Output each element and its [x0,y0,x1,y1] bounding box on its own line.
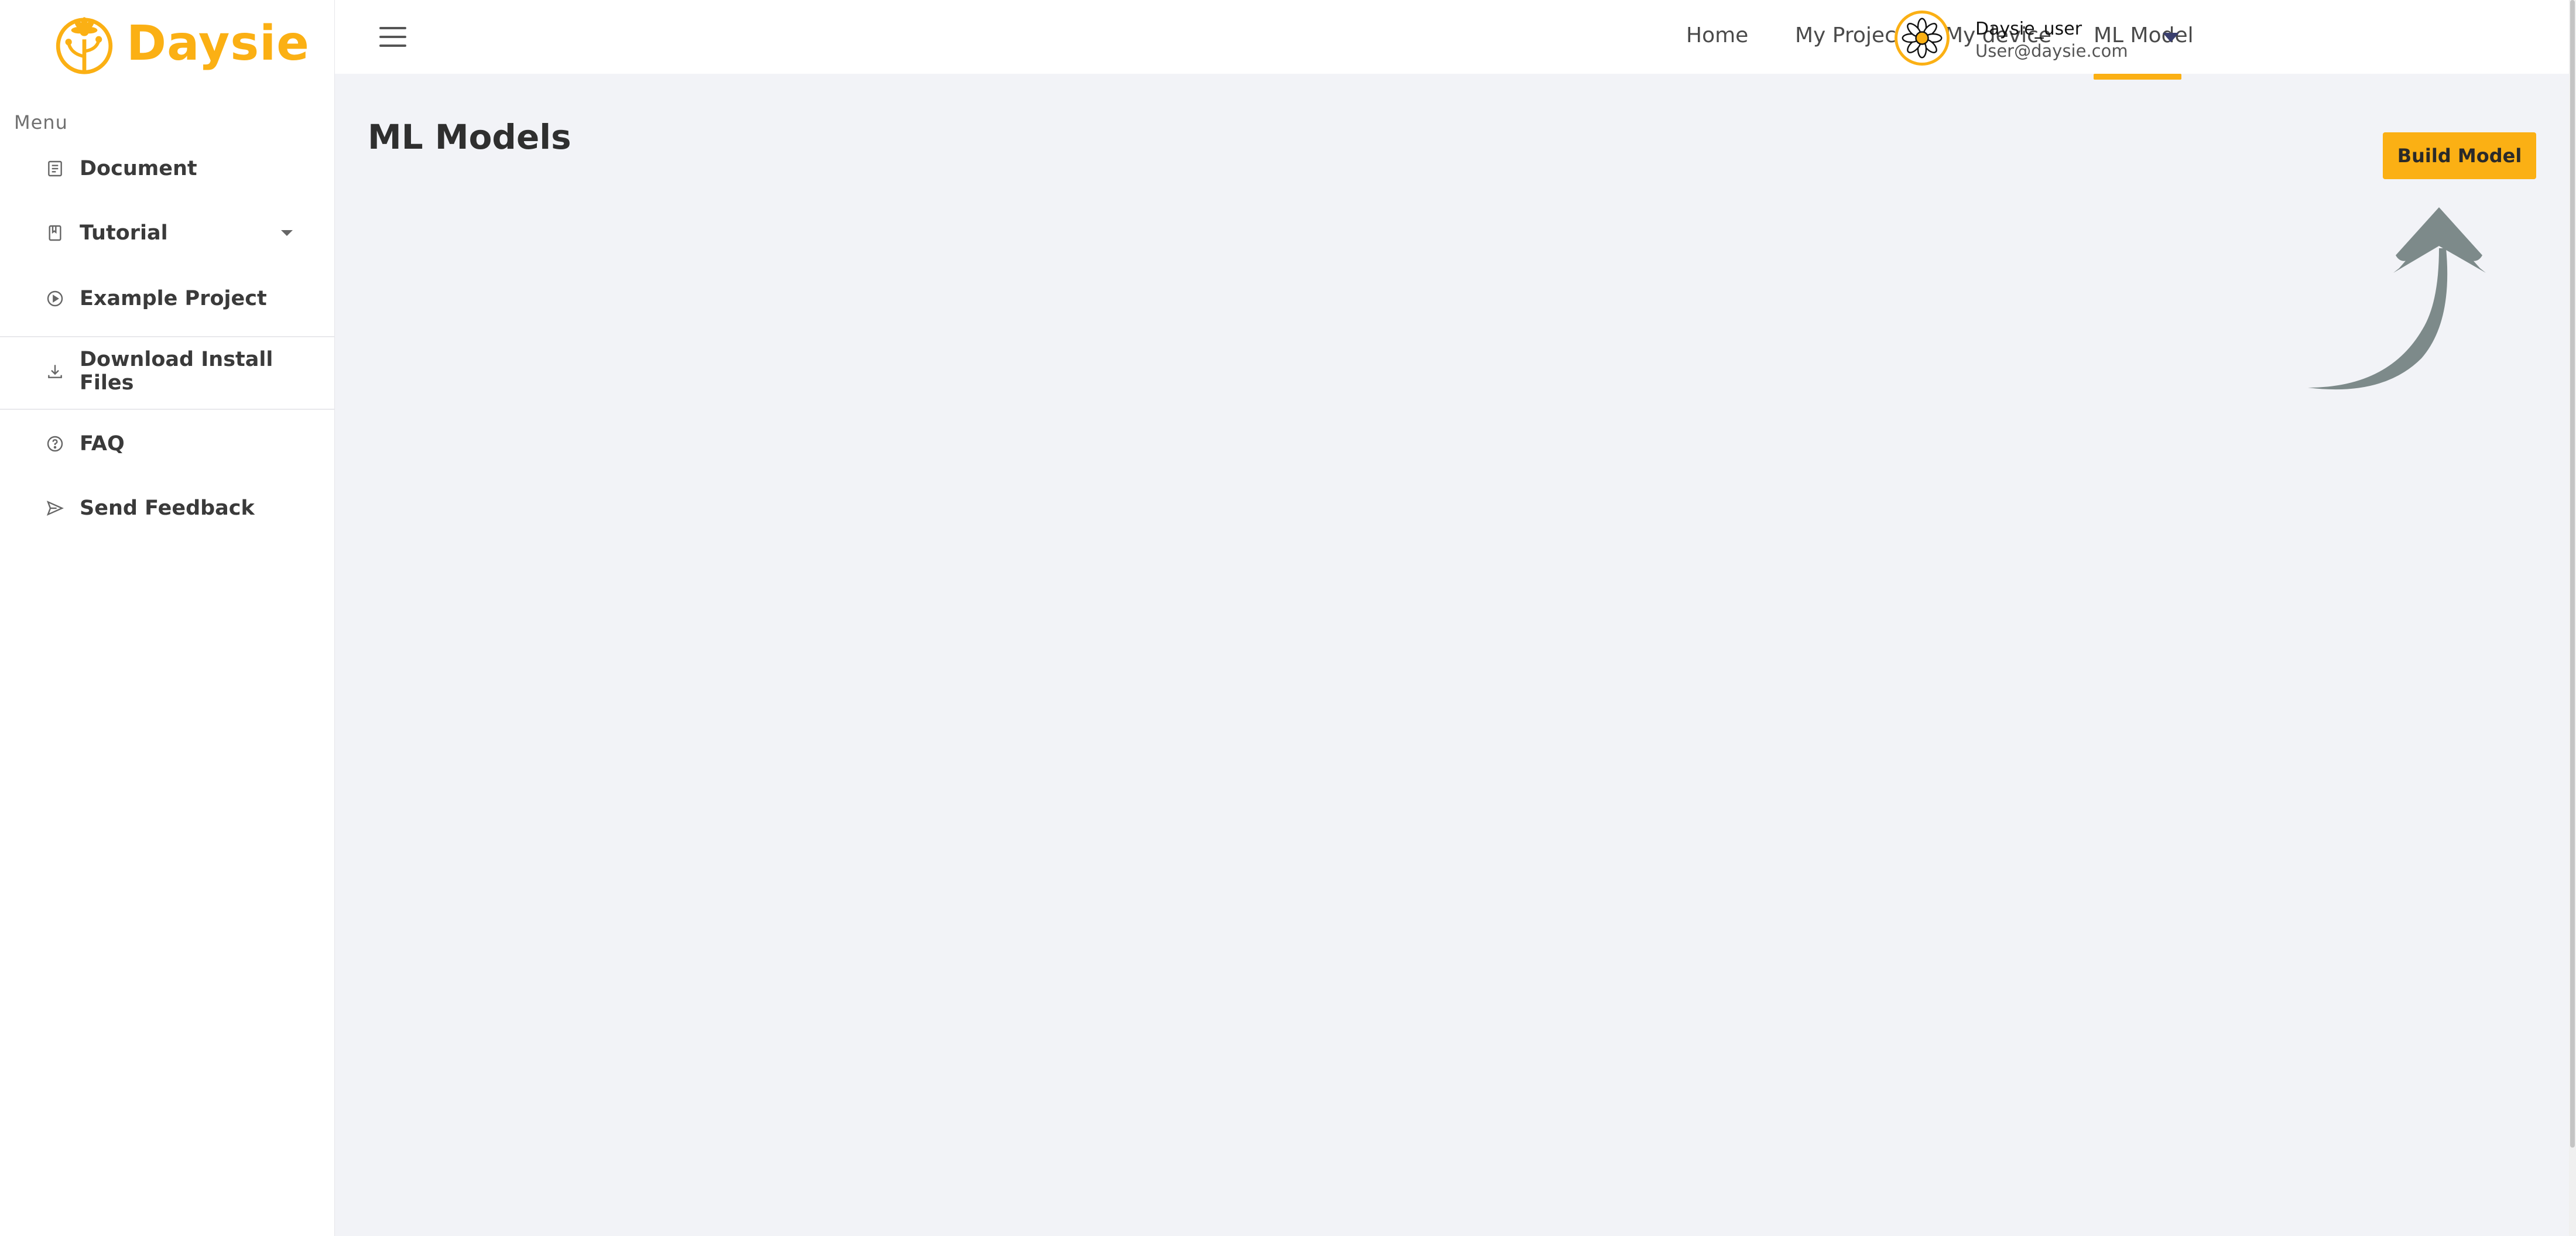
sidebar-item-document[interactable]: Document [0,139,334,198]
download-icon [44,361,66,382]
sidebar: Daysie Menu Document Tutorial Example Pr… [0,0,335,1236]
sidebar-divider [0,336,334,337]
send-icon [44,498,66,519]
brand-logo[interactable]: Daysie [52,11,310,76]
sidebar-item-label: FAQ [80,432,125,456]
sidebar-item-example-project[interactable]: Example Project [0,269,334,328]
sidebar-item-faq[interactable]: FAQ [0,415,334,473]
daisy-flower-icon [1902,18,1943,59]
menu-heading: Menu [14,111,68,133]
sidebar-item-label: Tutorial [80,221,168,245]
avatar[interactable] [1895,11,1950,66]
scrollbar-thumb[interactable] [2570,0,2575,1148]
sidebar-item-send-feedback[interactable]: Send Feedback [0,479,334,537]
sidebar-item-label: Document [80,157,197,180]
sidebar-item-tutorial[interactable]: Tutorial [0,204,334,262]
sidebar-item-label: Download Install Files [80,348,273,395]
chevron-down-icon[interactable] [281,230,293,236]
brand-name: Daysie [126,15,310,71]
curved-arrow-hint-icon [2308,207,2486,390]
daysie-logo-icon [56,17,113,74]
sidebar-item-download-install-files[interactable]: Download Install Files [0,342,334,400]
sidebar-item-label: Example Project [80,287,267,310]
top-navbar: Home My Project My device ML Model Daysi… [335,0,2569,80]
nav-my-project[interactable]: My Project [1795,23,1904,47]
page-title: ML Models [368,117,571,157]
hamburger-icon[interactable] [379,27,406,47]
help-circle-icon [44,433,66,454]
user-name: Daysie_user [1975,19,2082,39]
book-icon [44,222,66,244]
sidebar-divider [0,409,334,410]
document-icon [44,158,66,179]
user-email: User@daysie.com [1975,41,2128,61]
chevron-down-icon[interactable] [2163,33,2179,42]
sidebar-item-label: Send Feedback [80,497,255,520]
active-tab-indicator [2094,74,2181,80]
build-model-button[interactable]: Build Model [2383,132,2536,179]
nav-home[interactable]: Home [1686,23,1748,47]
play-circle-icon [44,288,66,309]
